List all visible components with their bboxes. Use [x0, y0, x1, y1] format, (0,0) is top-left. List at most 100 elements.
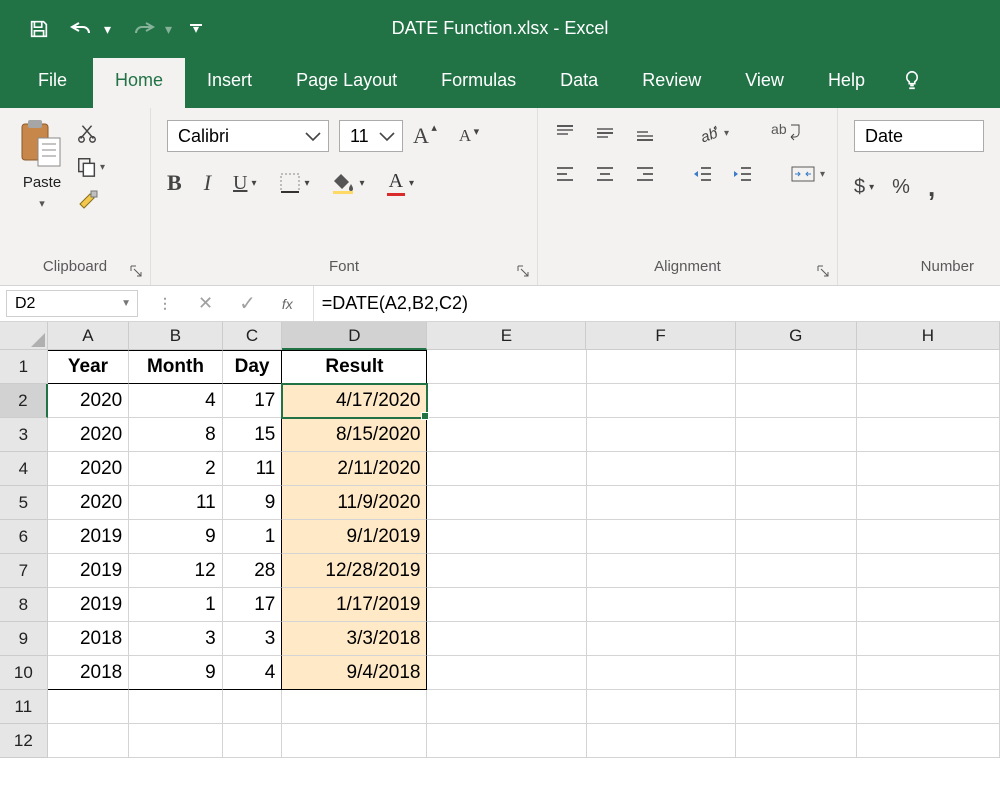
cut-icon[interactable] — [76, 122, 105, 144]
align-bottom-icon[interactable] — [634, 123, 656, 143]
fill-color-button[interactable]: ▾ — [332, 172, 365, 194]
cell[interactable] — [857, 350, 1000, 384]
cell[interactable] — [427, 656, 586, 690]
cell[interactable]: 2019 — [48, 588, 130, 622]
name-box[interactable]: D2 ▼ — [6, 290, 138, 317]
row-header[interactable]: 8 — [0, 588, 48, 622]
underline-button[interactable]: U▾ — [233, 172, 256, 195]
row-header[interactable]: 7 — [0, 554, 48, 588]
paste-dropdown-icon[interactable]: ▾ — [39, 197, 45, 210]
decrease-indent-icon[interactable] — [692, 165, 714, 183]
tab-page-layout[interactable]: Page Layout — [274, 58, 419, 108]
col-header-F[interactable]: F — [586, 322, 735, 350]
cell[interactable] — [427, 690, 586, 724]
bold-button[interactable]: B — [167, 170, 182, 196]
cell[interactable]: 2018 — [48, 622, 130, 656]
cell[interactable] — [587, 656, 736, 690]
cell[interactable]: 12/28/2019 — [282, 554, 427, 588]
cell[interactable]: 12 — [129, 554, 222, 588]
cell[interactable] — [223, 724, 283, 758]
cell[interactable]: 2019 — [48, 554, 130, 588]
cell[interactable] — [587, 418, 736, 452]
col-header-D[interactable]: D — [282, 322, 427, 350]
cell[interactable]: 2020 — [48, 486, 130, 520]
cell[interactable] — [857, 384, 1000, 418]
format-painter-icon[interactable] — [76, 190, 105, 214]
cell[interactable] — [427, 452, 586, 486]
cell[interactable] — [129, 724, 222, 758]
cell[interactable] — [736, 350, 857, 384]
row-header[interactable]: 11 — [0, 690, 48, 724]
cell[interactable]: 3 — [129, 622, 222, 656]
cell[interactable] — [48, 724, 130, 758]
cell[interactable] — [857, 452, 1000, 486]
cell[interactable] — [587, 486, 736, 520]
save-icon[interactable] — [28, 18, 50, 40]
tab-view[interactable]: View — [723, 58, 806, 108]
comma-button[interactable]: , — [928, 172, 935, 203]
cell[interactable]: 11 — [129, 486, 222, 520]
cell[interactable] — [736, 690, 857, 724]
alignment-dialog-launcher-icon[interactable] — [817, 265, 831, 279]
align-right-icon[interactable] — [634, 165, 656, 183]
font-color-button[interactable]: A ▾ — [387, 170, 414, 196]
cell[interactable]: 2020 — [48, 418, 130, 452]
cell[interactable] — [427, 724, 586, 758]
row-header[interactable]: 9 — [0, 622, 48, 656]
cell[interactable] — [857, 418, 1000, 452]
currency-button[interactable]: $▾ — [854, 176, 874, 199]
row-header[interactable]: 4 — [0, 452, 48, 486]
wrap-text-button[interactable]: ab — [771, 123, 801, 143]
cell[interactable]: 9/4/2018 — [282, 656, 427, 690]
cell[interactable] — [587, 452, 736, 486]
row-header[interactable]: 12 — [0, 724, 48, 758]
cell[interactable]: 15 — [223, 418, 283, 452]
cell[interactable] — [427, 418, 586, 452]
cell[interactable]: 8/15/2020 — [282, 418, 427, 452]
cell[interactable] — [427, 350, 586, 384]
cell[interactable]: 17 — [223, 384, 283, 418]
row-header[interactable]: 2 — [0, 384, 48, 418]
cell[interactable]: 2020 — [48, 384, 130, 418]
tab-file[interactable]: File — [20, 58, 93, 108]
orientation-button[interactable]: ab ▾ — [698, 122, 729, 144]
cell[interactable] — [48, 690, 130, 724]
clipboard-dialog-launcher-icon[interactable] — [130, 265, 144, 279]
col-header-H[interactable]: H — [857, 322, 1000, 350]
cell[interactable] — [427, 554, 586, 588]
cell[interactable]: 9 — [129, 520, 222, 554]
cell[interactable] — [736, 622, 857, 656]
tab-formulas[interactable]: Formulas — [419, 58, 538, 108]
cell[interactable] — [129, 690, 222, 724]
cell[interactable] — [857, 656, 1000, 690]
cell[interactable]: 4/17/2020 — [282, 384, 427, 418]
cell[interactable] — [736, 724, 857, 758]
increase-indent-icon[interactable] — [732, 165, 754, 183]
cell[interactable]: Month — [129, 350, 222, 384]
cell[interactable] — [736, 486, 857, 520]
cell[interactable]: 2 — [129, 452, 222, 486]
cell[interactable] — [736, 384, 857, 418]
cell[interactable] — [587, 724, 736, 758]
cell[interactable]: 17 — [223, 588, 283, 622]
cell[interactable]: 8 — [129, 418, 222, 452]
formula-input[interactable]: =DATE(A2,B2,C2) — [313, 286, 1000, 321]
cell[interactable]: 4 — [129, 384, 222, 418]
cell[interactable] — [587, 690, 736, 724]
cell[interactable]: 1 — [129, 588, 222, 622]
cell[interactable]: Day — [223, 350, 283, 384]
decrease-font-icon[interactable]: A▾ — [459, 126, 471, 146]
cell[interactable] — [857, 622, 1000, 656]
cell[interactable]: 9 — [129, 656, 222, 690]
cell[interactable]: 2018 — [48, 656, 130, 690]
cell[interactable] — [736, 554, 857, 588]
row-header[interactable]: 6 — [0, 520, 48, 554]
enter-formula-icon[interactable]: ✓ — [239, 291, 256, 316]
row-header[interactable]: 1 — [0, 350, 48, 384]
col-header-B[interactable]: B — [129, 322, 222, 350]
cell[interactable]: 3/3/2018 — [282, 622, 427, 656]
cell[interactable] — [857, 724, 1000, 758]
align-top-icon[interactable] — [554, 123, 576, 143]
cell[interactable] — [427, 520, 586, 554]
cell[interactable]: 28 — [223, 554, 283, 588]
